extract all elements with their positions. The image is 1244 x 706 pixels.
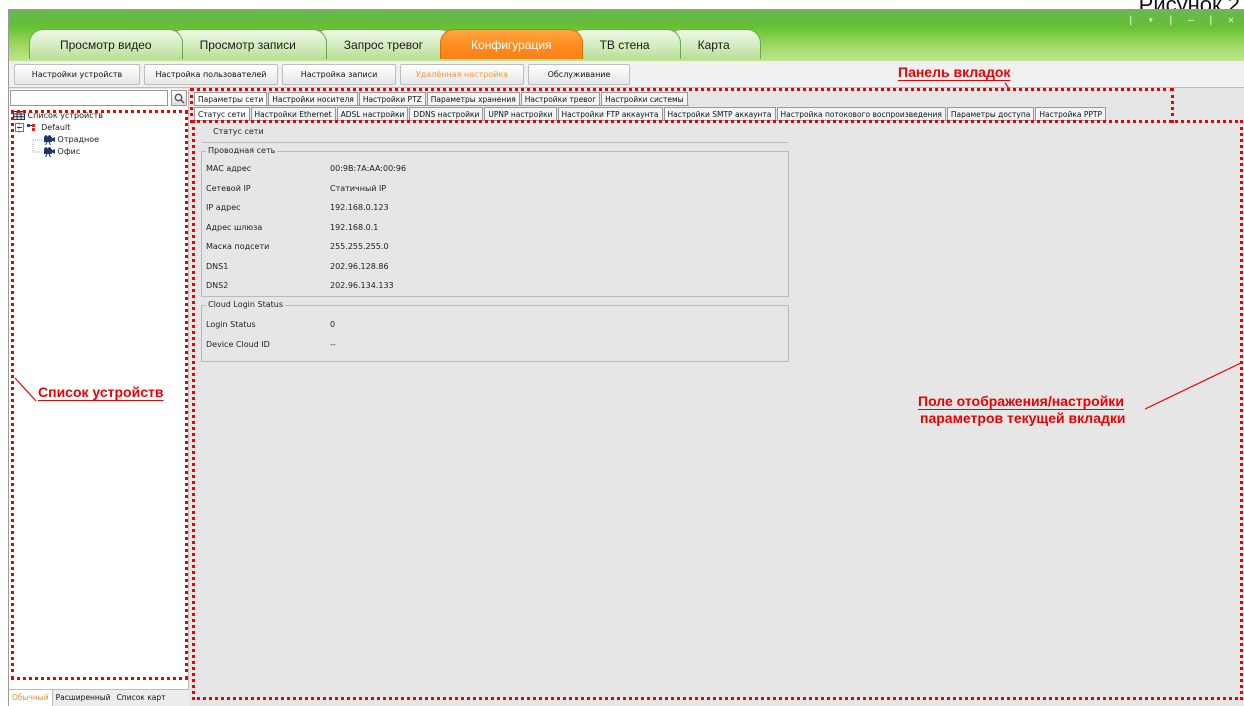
- field-label: Маска подсети: [206, 242, 270, 251]
- network-subtab[interactable]: Настройки Ethernet: [250, 107, 336, 120]
- content-title: Статус сети: [213, 127, 264, 136]
- config-tab[interactable]: Настройки носителя: [268, 92, 358, 105]
- search-button[interactable]: [171, 90, 187, 106]
- field-value: 00:9B:7A:AA:00:96: [330, 164, 407, 173]
- field-label: IP адрес: [206, 203, 241, 212]
- network-subtabs: Статус сети Настройки Ethernet ADSL настро…: [194, 107, 1107, 121]
- view-mode-tabs: Обычный Расширенный Список карт: [9, 689, 189, 706]
- divider: [202, 142, 788, 143]
- sub-tab-button[interactable]: Настройка пользователей: [144, 64, 278, 85]
- group-label: Cloud Login Status: [206, 300, 286, 309]
- main-tab[interactable]: Просмотр видео: [29, 29, 183, 59]
- network-subtab[interactable]: DDNS настройки: [409, 107, 484, 120]
- field-value: --: [330, 340, 336, 349]
- config-tab[interactable]: Настройки PTZ: [358, 92, 426, 105]
- config-tab[interactable]: Настройки системы: [601, 92, 688, 105]
- main-tab[interactable]: Запрос тревог: [312, 29, 455, 59]
- sub-tab-button[interactable]: Настройки устройств: [14, 64, 140, 85]
- wired-network-group: Проводная сеть MAC адрес 00:9B:7A:AA:00:9…: [201, 146, 789, 297]
- search-icon: [174, 93, 185, 104]
- bottom-tab[interactable]: Список карт: [114, 690, 169, 706]
- field-label: DNS2: [206, 281, 229, 290]
- field-value: 192.168.0.1: [330, 222, 379, 232]
- network-subtab[interactable]: Статус сети: [194, 107, 250, 120]
- sub-toolbar: Настройки устройств Настройка пользовател…: [9, 61, 1244, 88]
- field-label: Сетевой IP: [206, 183, 251, 193]
- config-tab[interactable]: Параметры хранения: [426, 92, 520, 105]
- network-subtab[interactable]: ADSL настройки: [336, 107, 409, 120]
- network-subtab[interactable]: Настройка потокового воспроизведения: [776, 107, 946, 120]
- network-subtab[interactable]: Настройки SMTP аккаунта: [663, 107, 776, 120]
- field-label: MAC адрес: [206, 164, 252, 173]
- field-label: Device Cloud ID: [206, 340, 270, 349]
- sub-tab-button[interactable]: Удалённая настройка: [400, 64, 524, 85]
- cloud-status-group: Cloud Login Status Login Status 0 Device C…: [201, 300, 789, 362]
- main-tab[interactable]: Конфигурация: [440, 29, 583, 59]
- field-value: 255.255.255.0: [330, 242, 389, 251]
- field-label: Login Status: [206, 320, 256, 329]
- network-subtab[interactable]: Настройка PPTP: [1035, 107, 1106, 120]
- field-label: DNS1: [206, 261, 229, 271]
- bottom-tab[interactable]: Расширенный: [53, 690, 114, 706]
- config-tab[interactable]: Настройки тревог: [520, 92, 601, 105]
- window-controls[interactable]: | ▾ | – | ✕: [1128, 15, 1238, 26]
- tree-connector: [18, 122, 42, 153]
- network-subtab[interactable]: Настройки FTP аккаунта: [557, 107, 663, 120]
- tree-device-label: Отрадное: [57, 135, 100, 144]
- main-tab-bar: Просмотр видео Просмотр записи Запрос трев…: [29, 29, 761, 61]
- field-value: 0: [330, 320, 336, 329]
- tree-device-label: Офис: [57, 147, 81, 156]
- sub-tab-button[interactable]: Настройка записи: [282, 64, 396, 85]
- network-subtab[interactable]: Параметры доступа: [946, 107, 1035, 120]
- config-category-tabs: Параметры сети Настройки носителя Настройк…: [194, 92, 689, 106]
- bottom-tab[interactable]: Обычный: [9, 690, 53, 706]
- field-value: 202.96.128.86: [330, 261, 389, 271]
- annotation-display-label-2: параметров текущей вкладки: [920, 410, 1126, 426]
- main-tab[interactable]: ТВ стена: [568, 29, 681, 59]
- field-value: Статичный IP: [330, 183, 387, 193]
- sub-tab-button[interactable]: Обслуживание: [528, 64, 630, 85]
- device-tree: Список устройств Default Отрадное Офис: [13, 110, 183, 158]
- config-tab[interactable]: Параметры сети: [194, 92, 268, 105]
- device-search: [10, 90, 187, 106]
- annotation-device-label: Список устройств: [38, 384, 164, 400]
- network-subtab[interactable]: UPNP настройки: [484, 107, 557, 120]
- app-window: | ▾ | – | ✕ Просмотр видео Просмотр запис…: [8, 9, 1244, 706]
- annotation-display-label-1: Поле отображения/настройки: [918, 393, 1124, 409]
- main-tab[interactable]: Карта: [666, 29, 761, 59]
- field-label: Адрес шлюза: [206, 222, 263, 232]
- main-tab[interactable]: Просмотр записи: [168, 29, 327, 59]
- field-value: 202.96.134.133: [330, 281, 394, 290]
- field-value: 192.168.0.123: [330, 203, 389, 212]
- group-label: Проводная сеть: [206, 146, 278, 155]
- device-search-input[interactable]: [10, 90, 168, 106]
- title-bar: | ▾ | – | ✕ Просмотр видео Просмотр запис…: [9, 9, 1244, 61]
- annotation-tabs-label: Панель вкладок: [898, 64, 1011, 80]
